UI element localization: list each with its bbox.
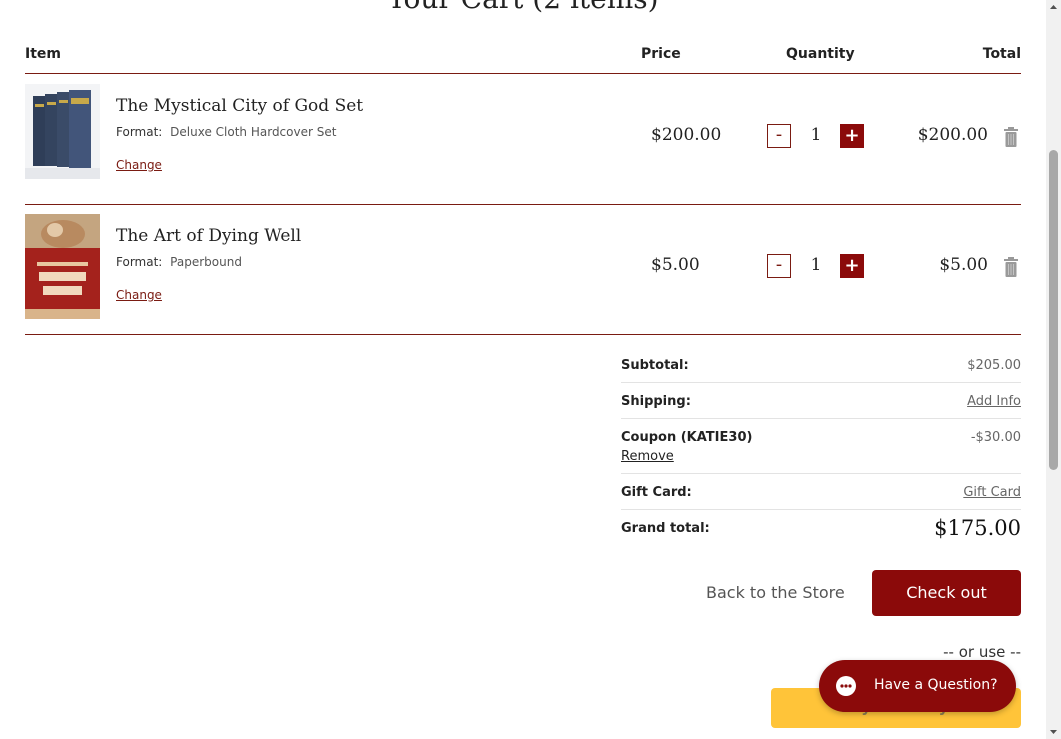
- qty-decrease-button[interactable]: -: [767, 254, 791, 278]
- grand-total-row: Grand total: $175.00: [621, 510, 1021, 546]
- shipping-label: Shipping:: [621, 394, 691, 409]
- item-format: Format: Deluxe Cloth Hardcover Set: [116, 125, 336, 139]
- add-shipping-info-link[interactable]: Add Info: [967, 394, 1021, 409]
- item-title[interactable]: The Mystical City of God Set: [116, 96, 363, 116]
- or-use-divider: -- or use --: [943, 643, 1021, 661]
- header-total: Total: [982, 46, 1021, 62]
- cart-item-row: The Mystical City of God Set Format: Del…: [25, 74, 1021, 205]
- line-total: $5.00: [939, 255, 988, 275]
- subtotal-value: $205.00: [967, 358, 1021, 373]
- grand-total-value: $175.00: [934, 516, 1021, 540]
- coupon-value: -$30.00: [970, 430, 1021, 445]
- remove-coupon-link[interactable]: Remove: [621, 449, 674, 464]
- format-value: Deluxe Cloth Hardcover Set: [170, 125, 337, 139]
- scrollbar[interactable]: [1046, 0, 1061, 739]
- chat-bubble-icon: [835, 675, 857, 697]
- format-label: Format:: [116, 255, 163, 269]
- back-to-store-link[interactable]: Back to the Store: [706, 583, 845, 602]
- format-value: Paperbound: [170, 255, 242, 269]
- have-a-question-button[interactable]: Have a Question?: [819, 660, 1016, 712]
- book-cover-image[interactable]: [25, 214, 100, 319]
- item-title[interactable]: The Art of Dying Well: [116, 226, 301, 246]
- order-summary: Subtotal: $205.00 Shipping: Add Info Cou…: [621, 347, 1021, 546]
- page-title: Your Cart (2 items): [0, 0, 1046, 15]
- scroll-up-arrow-icon[interactable]: [1046, 0, 1061, 15]
- line-total: $200.00: [917, 125, 988, 145]
- checkout-button[interactable]: Check out: [872, 570, 1021, 616]
- scrollbar-thumb[interactable]: [1049, 150, 1058, 470]
- gift-card-link[interactable]: Gift Card: [963, 485, 1021, 500]
- item-price: $200.00: [651, 125, 722, 145]
- coupon-label: Coupon (KATIE30): [621, 430, 753, 445]
- cart-item-row: The Art of Dying Well Format: Paperbound…: [25, 204, 1021, 335]
- change-link[interactable]: Change: [116, 158, 162, 172]
- header-quantity: Quantity: [786, 46, 855, 62]
- book-set-image[interactable]: [25, 84, 100, 189]
- item-format: Format: Paperbound: [116, 255, 242, 269]
- qty-decrease-button[interactable]: -: [767, 124, 791, 148]
- qty-value[interactable]: 1: [806, 255, 826, 275]
- trash-icon[interactable]: [1003, 127, 1019, 147]
- cart-table-header: Item Price Quantity Total: [25, 44, 1021, 74]
- shipping-row: Shipping: Add Info: [621, 383, 1021, 419]
- trash-icon[interactable]: [1003, 257, 1019, 277]
- gift-card-label: Gift Card:: [621, 485, 692, 500]
- gift-card-row: Gift Card: Gift Card: [621, 474, 1021, 510]
- subtotal-label: Subtotal:: [621, 358, 689, 373]
- chat-label: Have a Question?: [874, 677, 998, 693]
- coupon-row: Coupon (KATIE30) Remove -$30.00: [621, 419, 1021, 474]
- format-label: Format:: [116, 125, 163, 139]
- qty-increase-button[interactable]: +: [840, 124, 864, 148]
- qty-increase-button[interactable]: +: [840, 254, 864, 278]
- grand-total-label: Grand total:: [621, 521, 710, 536]
- item-price: $5.00: [651, 255, 700, 275]
- scroll-down-arrow-icon[interactable]: [1046, 724, 1061, 739]
- change-link[interactable]: Change: [116, 288, 162, 302]
- qty-value[interactable]: 1: [806, 125, 826, 145]
- header-price: Price: [641, 46, 681, 62]
- subtotal-row: Subtotal: $205.00: [621, 347, 1021, 383]
- header-item: Item: [25, 46, 61, 62]
